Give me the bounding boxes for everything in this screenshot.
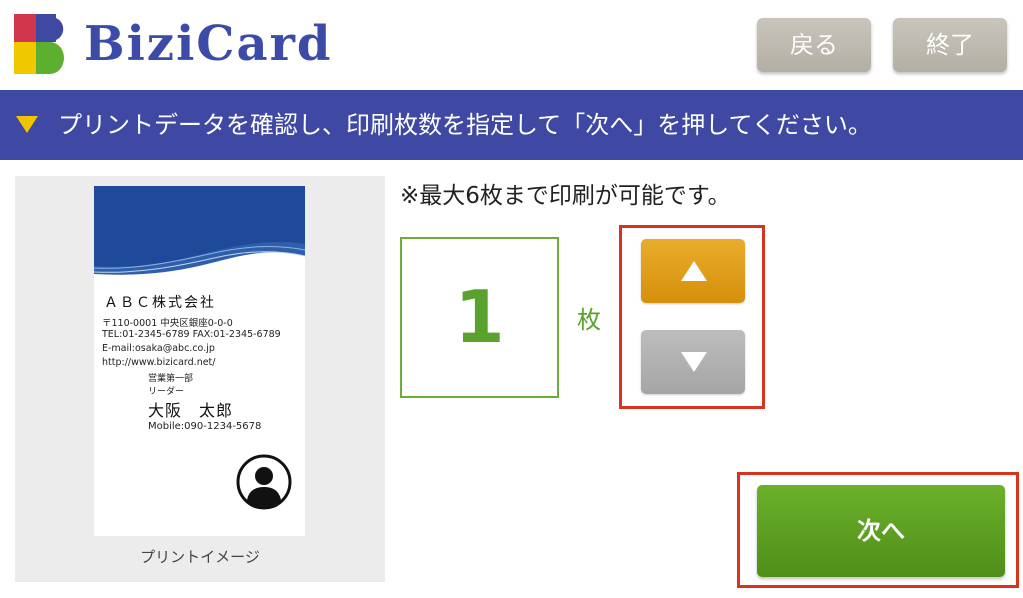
arrow-up-icon bbox=[681, 261, 707, 281]
card-mobile: Mobile:090-1234-5678 bbox=[148, 421, 262, 432]
card-email: E-mail:osaka@abc.co.jp bbox=[102, 343, 215, 354]
user-avatar-icon bbox=[236, 454, 292, 510]
preview-caption: プリントイメージ bbox=[140, 548, 260, 566]
count-stepper bbox=[619, 225, 765, 409]
card-department: 営業第一部 bbox=[148, 374, 194, 384]
card-address: 〒110-0001 中央区銀座0-0-0 bbox=[102, 318, 233, 329]
arrow-down-icon bbox=[681, 352, 707, 372]
app-header: BiziCard 戻る 終了 bbox=[0, 0, 1023, 90]
next-button-frame: 次へ bbox=[737, 472, 1019, 588]
exit-button[interactable]: 終了 bbox=[893, 18, 1007, 72]
max-count-note: ※最大6枚まで印刷が可能です。 bbox=[400, 183, 731, 209]
business-card-preview: ＡＢＣ株式会社 〒110-0001 中央区銀座0-0-0 TEL:01-2345… bbox=[94, 186, 305, 536]
increase-count-button[interactable] bbox=[641, 239, 745, 303]
back-button[interactable]: 戻る bbox=[757, 18, 871, 72]
card-url: http://www.bizicard.net/ bbox=[102, 357, 216, 368]
next-button[interactable]: 次へ bbox=[757, 485, 1005, 577]
instruction-bar: プリントデータを確認し、印刷枚数を指定して「次へ」を押してください。 bbox=[0, 90, 1023, 160]
card-wave-header bbox=[94, 186, 305, 278]
instruction-text: プリントデータを確認し、印刷枚数を指定して「次へ」を押してください。 bbox=[58, 111, 872, 139]
card-company: ＡＢＣ株式会社 bbox=[104, 295, 216, 311]
triangle-down-icon bbox=[16, 116, 38, 133]
decrease-count-button[interactable] bbox=[641, 330, 745, 394]
print-preview-panel: ＡＢＣ株式会社 〒110-0001 中央区銀座0-0-0 TEL:01-2345… bbox=[15, 176, 385, 582]
card-tel-fax: TEL:01-2345-6789 FAX:01-2345-6789 bbox=[102, 329, 281, 340]
card-name: 大阪 太郎 bbox=[148, 401, 234, 420]
count-unit-label: 枚 bbox=[577, 306, 601, 334]
print-count-display: 1 bbox=[400, 237, 559, 398]
brand-logo-text: BiziCard bbox=[84, 16, 333, 72]
bizicard-logo-icon bbox=[14, 14, 64, 74]
card-title: リーダー bbox=[148, 387, 185, 397]
